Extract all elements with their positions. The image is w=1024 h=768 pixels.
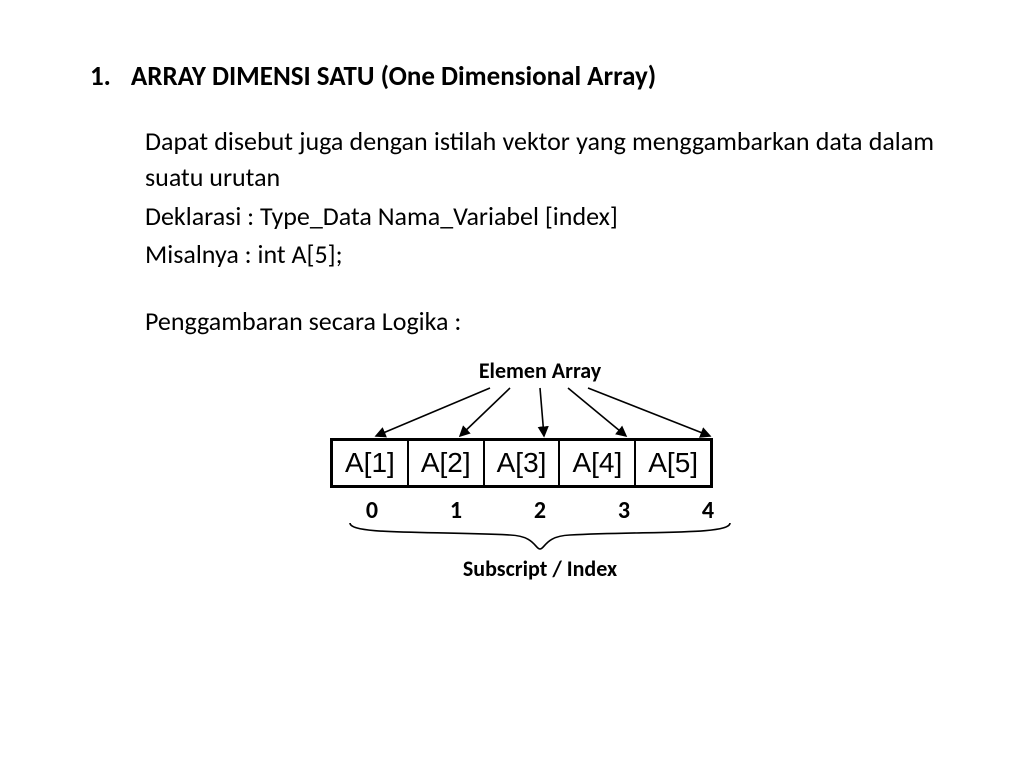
arrows-svg bbox=[330, 384, 750, 444]
list-number: 1. bbox=[90, 60, 111, 93]
array-cell: A[3] bbox=[485, 441, 561, 485]
array-cell: A[2] bbox=[409, 441, 485, 485]
array-row: A[1] A[2] A[3] A[4] A[5] bbox=[330, 438, 713, 488]
brace-svg bbox=[330, 521, 750, 551]
declaration-line: Deklarasi : Type_Data Nama_Variabel [ind… bbox=[145, 198, 934, 234]
body-text: Dapat disebut juga dengan istilah vektor… bbox=[145, 123, 934, 273]
numbered-heading: 1. ARRAY DIMENSI SATU (One Dimensional A… bbox=[90, 60, 934, 93]
array-cell: A[1] bbox=[333, 441, 409, 485]
top-diagram-label: Elemen Array bbox=[440, 357, 640, 384]
array-diagram: Elemen Array A[1] A[2] A[3] A[4] A[5] 0 … bbox=[330, 357, 930, 582]
brace-area bbox=[330, 521, 750, 551]
section-heading: ARRAY DIMENSI SATU (One Dimensional Arra… bbox=[131, 60, 656, 93]
array-cell: A[4] bbox=[560, 441, 636, 485]
example-line: Misalnya : int A[5]; bbox=[145, 236, 934, 272]
subheading: Penggambaran secara Logika : bbox=[145, 305, 934, 337]
paragraph-intro: Dapat disebut juga dengan istilah vektor… bbox=[145, 123, 934, 196]
bottom-diagram-label: Subscript / Index bbox=[330, 555, 750, 582]
arrows-area bbox=[330, 384, 750, 438]
array-cell: A[5] bbox=[636, 441, 710, 485]
